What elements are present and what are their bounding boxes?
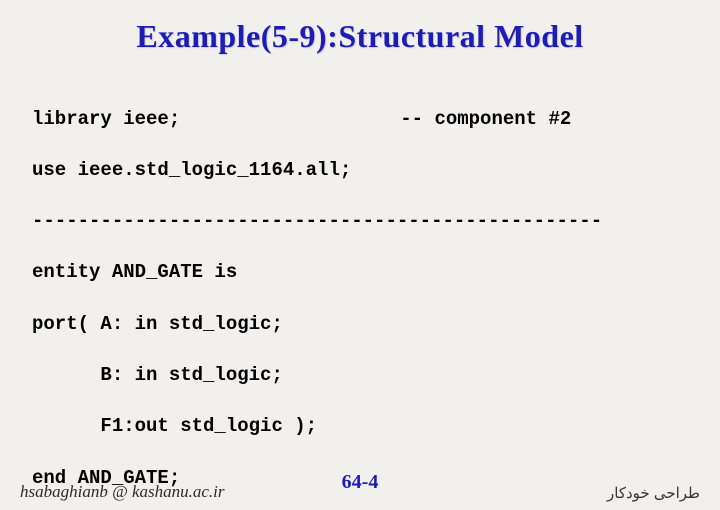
footer-page-number: 64-4 — [342, 471, 379, 494]
footer-course-name: طراحی خودکار — [607, 484, 700, 502]
code-line: ----------------------------------------… — [32, 209, 692, 235]
code-line: B: in std_logic; — [32, 363, 692, 389]
page-title: Example(5-9):Structural Model — [28, 18, 692, 55]
code-line: library ieee; -- component #2 — [32, 107, 692, 133]
code-block: library ieee; -- component #2 use ieee.st… — [32, 81, 692, 510]
code-line: F1:out std_logic ); — [32, 414, 692, 440]
code-line: port( A: in std_logic; — [32, 312, 692, 338]
code-text: library ieee; — [32, 108, 180, 130]
code-comment: -- component #2 — [400, 108, 571, 130]
footer: hsabaghianb @ kashanu.ac.ir 64-4 طراحی خ… — [0, 482, 720, 502]
footer-author: hsabaghianb @ kashanu.ac.ir — [20, 482, 225, 502]
code-line: entity AND_GATE is — [32, 260, 692, 286]
code-line: use ieee.std_logic_1164.all; — [32, 158, 692, 184]
